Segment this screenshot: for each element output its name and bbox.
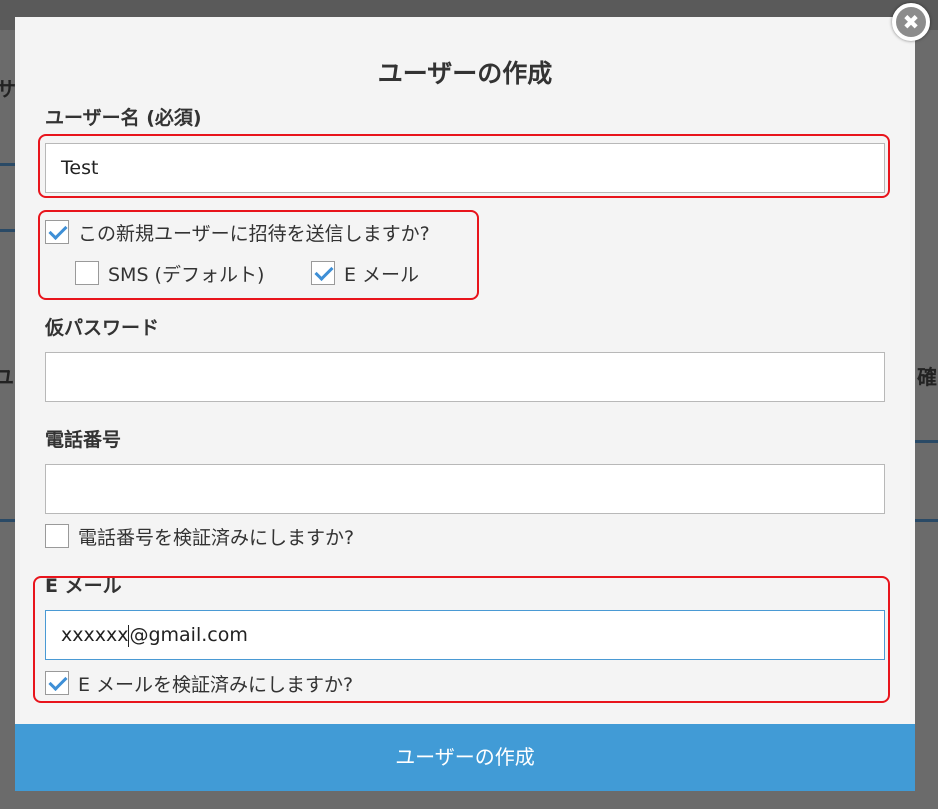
background-divider — [0, 229, 15, 232]
create-user-modal: ユーザーの作成 ユーザー名 (必須) Test この新規ユーザーに招待を送信しま… — [15, 17, 915, 791]
background-text: ユ — [0, 365, 14, 389]
phone-label: 電話番号 — [45, 429, 122, 451]
background-text: サ — [0, 77, 16, 101]
phone-verified-label: 電話番号を検証済みにしますか? — [78, 526, 355, 549]
background-text: 確 — [917, 365, 937, 389]
background-divider — [0, 519, 15, 522]
close-button[interactable]: ✖ — [892, 3, 930, 41]
close-icon: ✖ — [896, 7, 926, 37]
email-highlight — [33, 576, 890, 703]
temp-password-label: 仮パスワード — [45, 317, 160, 339]
phone-verified-row[interactable]: 電話番号を検証済みにしますか? — [45, 523, 354, 549]
background-divider — [915, 440, 938, 443]
modal-title: ユーザーの作成 — [377, 59, 553, 88]
background-divider — [0, 163, 15, 166]
create-user-button[interactable]: ユーザーの作成 — [15, 724, 915, 791]
invite-highlight — [38, 210, 479, 300]
phone-verified-checkbox[interactable] — [45, 524, 69, 548]
username-label: ユーザー名 (必須) — [45, 107, 202, 129]
username-highlight — [38, 134, 890, 198]
background-divider — [915, 519, 938, 522]
phone-input[interactable] — [45, 464, 885, 514]
temp-password-input[interactable] — [45, 352, 885, 402]
